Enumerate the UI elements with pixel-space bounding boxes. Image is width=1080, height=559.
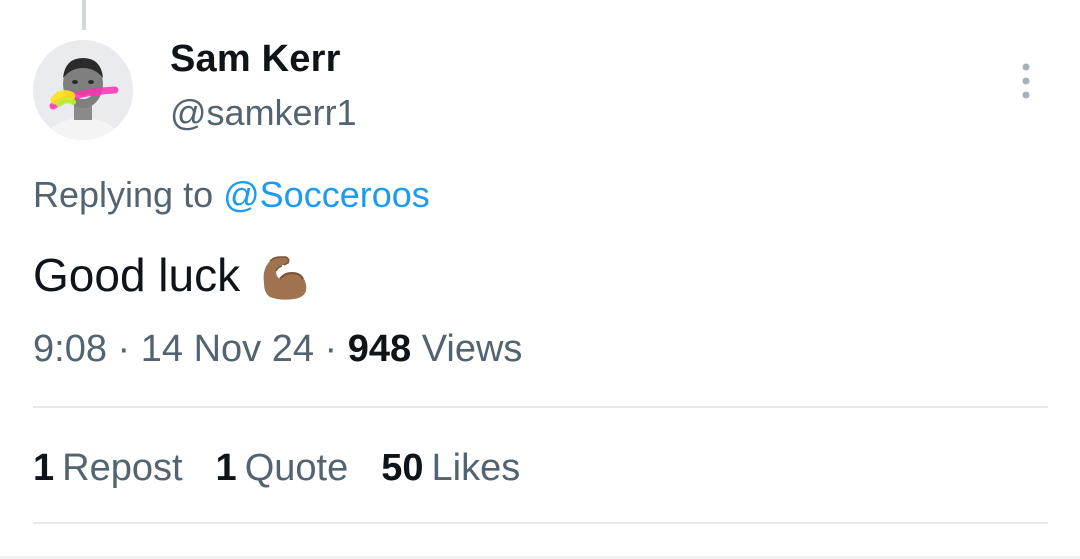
tweet-date[interactable]: 14 Nov 24 (141, 328, 314, 370)
quotes-count: 1 (215, 447, 237, 489)
replying-to-mention-link[interactable]: @Socceroos (223, 174, 430, 215)
author-name[interactable]: Sam Kerr (170, 38, 341, 81)
likes-label: Likes (431, 447, 521, 489)
divider-bottom (33, 522, 1048, 524)
likes-count: 50 (381, 447, 424, 489)
quotes-stat[interactable]: 1 Quote (216, 447, 349, 490)
views-label: Views (421, 328, 523, 370)
more-vertical-icon[interactable] (1012, 62, 1040, 100)
likes-stat[interactable]: 50 Likes (381, 447, 520, 490)
engagement-stats: 1 Repost 1 Quote 50 Likes (33, 447, 553, 490)
tweet-text-content: Good luck (33, 249, 241, 301)
reposts-count: 1 (33, 447, 55, 489)
avatar[interactable] (33, 40, 133, 140)
meta-separator: · (324, 328, 338, 370)
divider-top (33, 406, 1048, 408)
replying-to: Replying to @Socceroos (33, 174, 430, 216)
tweet-meta: 9:08 · 14 Nov 24 · 948 Views (33, 328, 522, 371)
replying-to-label: Replying to (33, 174, 224, 215)
tweet-text: Good luck (33, 247, 312, 303)
flexed-biceps-emoji-icon (256, 247, 312, 303)
tweet-time[interactable]: 9:08 (33, 328, 107, 370)
thread-connector-line (82, 0, 86, 30)
author-handle[interactable]: @samkerr1 (170, 92, 357, 134)
tweet-detail: Sam Kerr @samkerr1 Replying to @Socceroo… (0, 0, 1080, 559)
meta-separator: · (117, 328, 131, 370)
quotes-label: Quote (244, 447, 349, 489)
reposts-stat[interactable]: 1 Repost (33, 447, 183, 490)
views-count: 948 (347, 328, 412, 370)
reposts-label: Repost (62, 447, 183, 489)
